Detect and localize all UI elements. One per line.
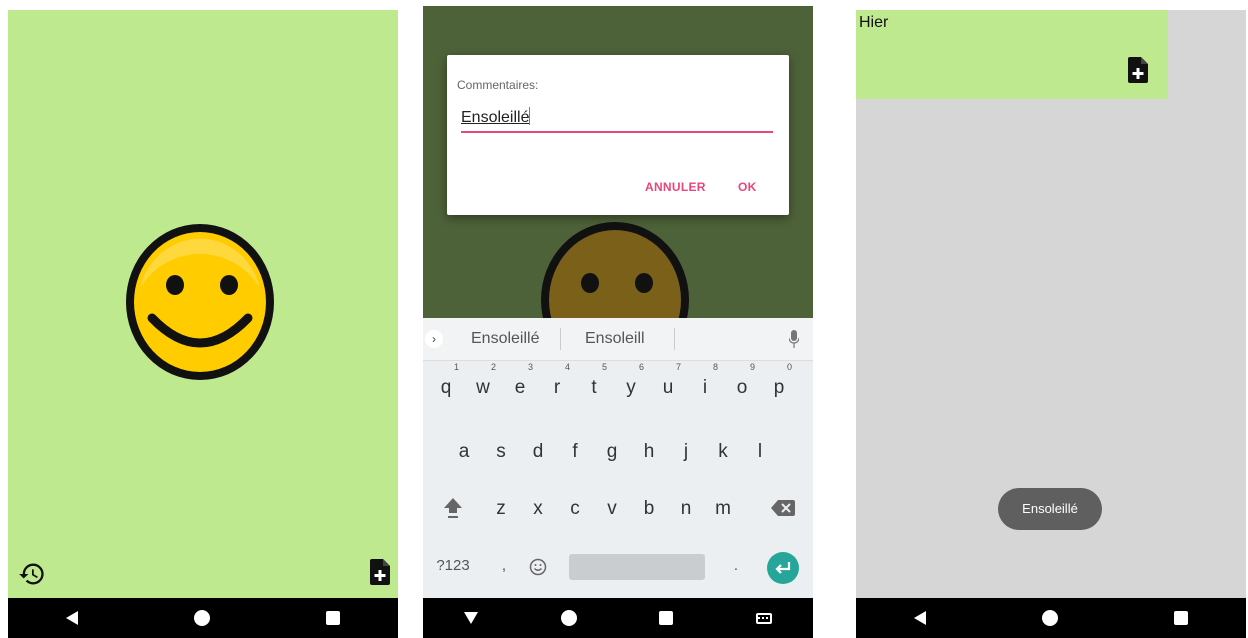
dialog-title: Commentaires: (457, 78, 539, 92)
suggestion-divider (560, 328, 561, 350)
key-s[interactable]: s (486, 434, 516, 470)
back-icon[interactable] (914, 611, 926, 625)
symbols-key[interactable]: ?123 (431, 548, 475, 584)
key-label: q (440, 377, 452, 398)
key-hint: 6 (638, 362, 644, 372)
text-caret (529, 107, 531, 125)
key-z[interactable]: z (486, 491, 516, 527)
suggestion-bar: › Ensoleillé Ensoleill (423, 318, 813, 361)
key-hint: 7 (675, 362, 681, 372)
key-k[interactable]: k (708, 434, 738, 470)
keyboard-switcher-icon[interactable] (755, 612, 772, 624)
key-u[interactable]: 7u (653, 362, 683, 406)
key-l[interactable]: l (745, 434, 775, 470)
comment-dialog: Commentaires: Ensoleillé ANNULER OK (447, 55, 789, 215)
navigation-bar (8, 598, 398, 638)
key-c[interactable]: c (560, 491, 590, 527)
key-t[interactable]: 5t (579, 362, 609, 406)
comma-key[interactable]: , (489, 548, 519, 584)
key-hint: 8 (712, 362, 718, 372)
key-label: w (476, 377, 490, 398)
happy-smiley-face[interactable] (120, 218, 280, 386)
back-icon[interactable] (66, 611, 78, 625)
key-x[interactable]: x (523, 491, 553, 527)
add-comment-icon[interactable] (1128, 57, 1148, 83)
recent-apps-icon[interactable] (659, 611, 674, 625)
backspace-icon[interactable] (771, 500, 795, 516)
key-hint: 1 (453, 362, 459, 372)
key-v[interactable]: v (597, 491, 627, 527)
history-screen: Hier Ensoleillé (856, 10, 1246, 638)
comment-input-value: Ensoleillé (461, 109, 530, 126)
history-icon[interactable] (18, 560, 46, 588)
key-hint: 3 (527, 362, 533, 372)
home-icon[interactable] (1042, 610, 1058, 626)
key-label: i (702, 377, 708, 398)
key-hint: 5 (601, 362, 607, 372)
key-label: o (736, 377, 748, 398)
ok-button[interactable]: OK (738, 180, 757, 194)
key-h[interactable]: h (634, 434, 664, 470)
key-r[interactable]: 4r (542, 362, 572, 406)
key-label: t (591, 377, 597, 398)
navigation-bar (423, 598, 813, 638)
key-y[interactable]: 6y (616, 362, 646, 406)
hide-keyboard-icon[interactable] (464, 612, 479, 624)
key-d[interactable]: d (523, 434, 553, 470)
history-item-date: Hier (859, 14, 889, 31)
home-icon[interactable] (194, 610, 210, 626)
main-screen (8, 10, 398, 638)
key-label: p (773, 377, 785, 398)
recent-apps-icon[interactable] (326, 611, 340, 625)
navigation-bar (856, 598, 1246, 638)
expand-suggestions-icon[interactable]: › (425, 330, 443, 348)
key-w[interactable]: 2w (468, 362, 498, 406)
key-hint: 9 (749, 362, 755, 372)
suggestion-divider (674, 328, 675, 350)
enter-key[interactable] (767, 552, 799, 584)
microphone-icon[interactable] (789, 330, 799, 348)
key-o[interactable]: 9o (727, 362, 757, 406)
key-m[interactable]: m (708, 491, 738, 527)
key-label: r (553, 377, 561, 398)
key-e[interactable]: 3e (505, 362, 535, 406)
home-icon[interactable] (560, 610, 577, 626)
history-item[interactable]: Hier (856, 10, 1168, 99)
space-key[interactable] (569, 554, 705, 580)
suggestion-1[interactable]: Ensoleillé (471, 330, 539, 348)
period-key[interactable]: . (721, 548, 751, 584)
comment-dialog-screen: Commentaires: Ensoleillé ANNULER OK › En… (423, 6, 813, 638)
key-n[interactable]: n (671, 491, 701, 527)
key-b[interactable]: b (634, 491, 664, 527)
toast-message: Ensoleillé (998, 488, 1102, 530)
add-entry-icon[interactable] (370, 559, 390, 585)
key-f[interactable]: f (560, 434, 590, 470)
key-label: u (662, 377, 674, 398)
key-g[interactable]: g (597, 434, 627, 470)
soft-keyboard: › Ensoleillé Ensoleill 1q 2w 3e 4r 5t 6y… (423, 318, 813, 598)
recent-apps-icon[interactable] (1174, 611, 1188, 625)
enter-icon (775, 562, 791, 574)
cancel-button[interactable]: ANNULER (645, 180, 706, 194)
comment-input[interactable]: Ensoleillé (461, 107, 773, 133)
key-p[interactable]: 0p (764, 362, 794, 406)
key-label: e (514, 377, 526, 398)
shift-icon[interactable] (443, 496, 463, 520)
key-q[interactable]: 1q (431, 362, 461, 406)
key-j[interactable]: j (671, 434, 701, 470)
key-hint: 0 (786, 362, 792, 372)
key-i[interactable]: 8i (690, 362, 720, 406)
key-label: y (626, 377, 636, 398)
suggestion-2[interactable]: Ensoleill (585, 330, 645, 348)
key-hint: 2 (490, 362, 496, 372)
key-hint: 4 (564, 362, 570, 372)
key-a[interactable]: a (449, 434, 479, 470)
emoji-icon[interactable] (529, 558, 547, 576)
